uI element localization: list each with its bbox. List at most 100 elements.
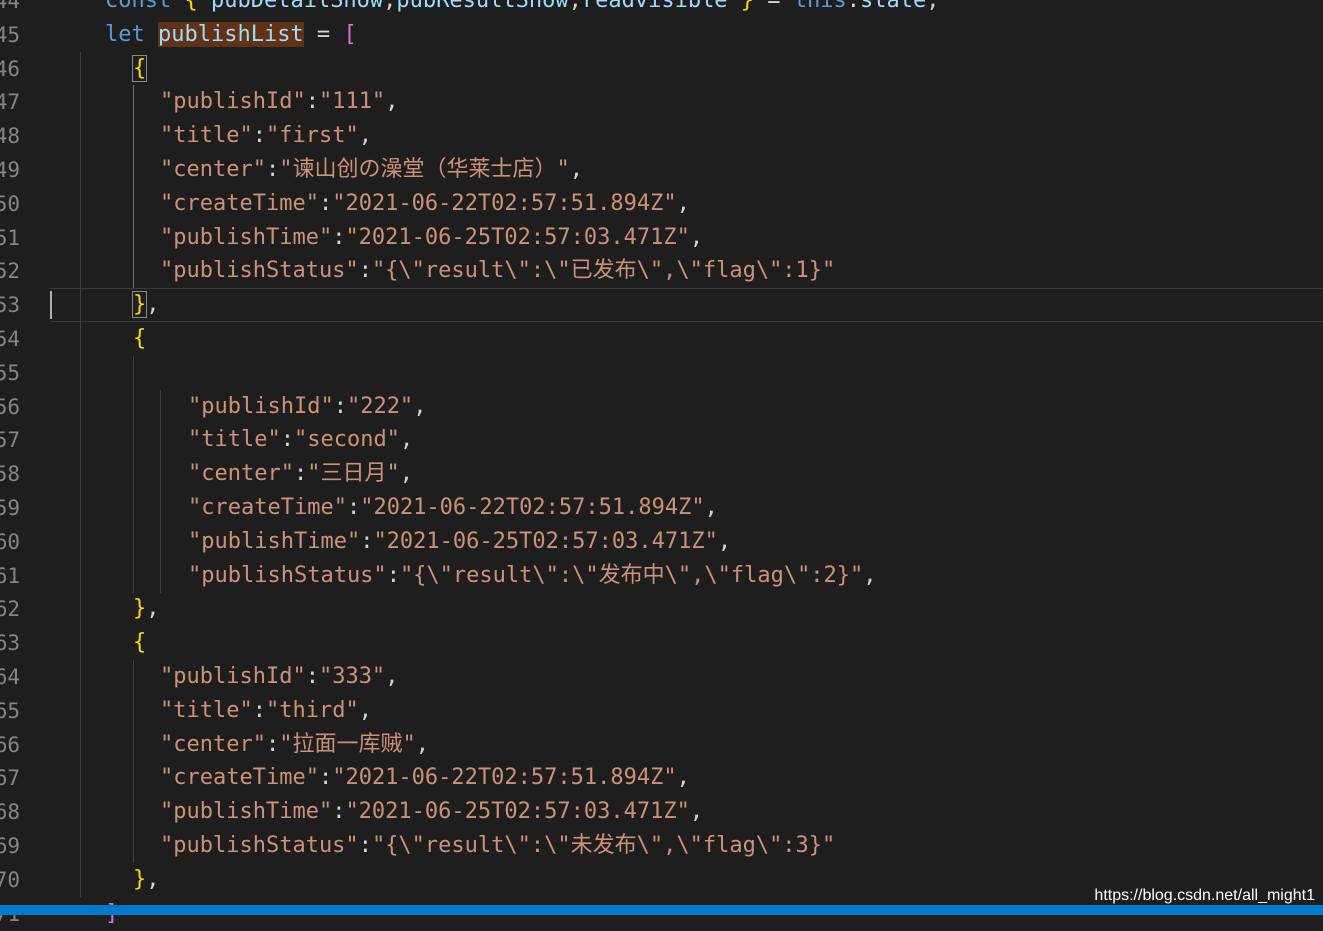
code-token: , [704,495,718,520]
code-token: : [305,664,319,689]
code-token: readvisible [581,0,728,13]
code-token: : [293,461,308,487]
code-line[interactable]: 52 "publishStatus":"{\"result\":\"已发布\",\… [0,254,1323,289]
code-line[interactable]: 48 "title":"first", [0,119,1323,154]
code-editor[interactable]: 44 const { pubDetailShow,pubResultShow,re… [0,0,1323,926]
code-token: ; [926,0,940,13]
indent-guide [80,524,81,559]
code-token: pubDetailShow [210,0,384,13]
indent-guide [80,660,81,694]
code-text: "publishStatus":"{\"result\":\"发布中\",\"f… [188,559,877,593]
indent-guide [133,423,134,458]
code-token: "createTime" [160,765,319,791]
code-token: "111" [318,89,386,115]
indent-guide [133,186,134,221]
code-token: , [146,866,160,892]
indent-guide [80,592,81,627]
code-token: = [754,0,794,13]
indent-guide [133,457,134,492]
code-token: : [265,731,280,757]
code-token: "publishId" [188,393,334,419]
indent-guide [133,829,134,863]
line-number-text: 45 [0,22,20,47]
code-token: "2021-06-22T02:57:51.894Z" [360,495,705,520]
code-line[interactable]: 56 "publishId":"222", [0,389,1323,424]
code-token: "三日月" [307,461,400,487]
code-token: , [399,427,414,453]
code-token: "拉面一库贼" [279,731,416,757]
line-number-text: 57 [0,428,20,453]
code-line[interactable]: 62}, [0,592,1323,627]
indent-guide [80,491,81,525]
code-token: "center" [160,157,266,182]
code-line[interactable]: 66 "center":"拉面一库贼", [0,727,1323,762]
indent-guide [80,626,81,661]
code-text: const { pubDetailShow,pubResultShow,read… [105,0,940,18]
indent-guide [80,119,81,154]
code-token: , [676,765,690,791]
indent-guide [160,389,161,424]
code-line[interactable]: 61 "publishStatus":"{\"result\":\"发布中\",\… [0,558,1323,593]
code-line[interactable]: 60 "publishTime":"2021-06-25T02:57:03.471… [0,524,1323,559]
code-line[interactable]: 53}, [0,288,1323,323]
code-line[interactable]: 58 "center":"三日月", [0,457,1323,492]
line-number: 67 [0,761,20,795]
code-text: "publishTime":"2021-06-25T02:57:03.471Z"… [160,795,703,829]
line-number-text: 49 [0,158,20,182]
code-line[interactable]: 47 "publishId":"111", [0,85,1323,120]
code-token: "{\"result\":\"已发布\",\"flag\":1}" [371,258,836,284]
code-text: "center":"三日月", [188,457,413,491]
code-text: "publishTime":"2021-06-25T02:57:03.471Z"… [160,221,703,255]
line-number-text: 54 [0,327,20,351]
indent-guide [80,322,81,356]
code-text: "center":"谏山创の澡堂（华莱士店）", [160,153,583,187]
code-line[interactable]: 63 { [0,626,1323,661]
code-token: "{\"result\":\"未发布\",\"flag\":3}" [371,833,836,858]
code-line[interactable]: 68 "publishTime":"2021-06-25T02:57:03.471… [0,795,1323,830]
code-token: , [717,528,732,554]
line-number: 46 [0,52,20,86]
code-line[interactable]: 64 "publishId":"333", [0,660,1323,694]
line-number: 70 [0,863,20,897]
code-line[interactable]: 57 "title":"second", [0,423,1323,458]
code-token: "publishId" [160,664,306,689]
line-number-text: 67 [0,766,20,791]
code-token: const [105,0,185,13]
code-line[interactable]: 50 "createTime":"2021-06-22T02:57:51.894Z… [0,186,1323,221]
code-line[interactable]: 65 "title":"third", [0,693,1323,728]
code-line[interactable]: 44 const { pubDetailShow,pubResultShow,re… [0,0,1323,18]
code-token: : [332,224,346,250]
line-number-text: 47 [0,90,20,115]
code-line[interactable]: 49 "center":"谏山创の澡堂（华莱士店）", [0,153,1323,187]
code-text: "createTime":"2021-06-22T02:57:51.894Z", [160,761,690,795]
indent-guide [80,220,81,255]
indent-guide [80,829,81,863]
code-line[interactable]: 69 "publishStatus":"{\"result\":\"未发布\",\… [0,829,1323,863]
indent-guide [80,355,81,390]
indent-guide [133,795,134,830]
line-number: 51 [0,221,20,255]
code-token: , [385,89,399,115]
code-line[interactable]: 51 "publishTime":"2021-06-25T02:57:03.471… [0,220,1323,255]
code-line[interactable]: 55 [0,355,1323,390]
indent-guide [80,153,81,187]
indent-guide [133,220,134,255]
code-line[interactable]: 46 { [0,51,1323,86]
code-text: "publishId":"111", [160,85,398,119]
code-line[interactable]: 45 let publishList = [ [0,18,1323,52]
indent-guide [160,524,161,559]
code-text: { [133,626,146,660]
code-text: "createTime":"2021-06-22T02:57:51.894Z", [160,187,690,221]
code-line[interactable]: 67 "createTime":"2021-06-22T02:57:51.894Z… [0,761,1323,796]
code-token: : [265,157,280,182]
code-line[interactable]: 54 { [0,322,1323,356]
status-bar [0,905,1323,915]
line-number-text: 64 [0,665,20,689]
line-number-text: 51 [0,225,20,250]
line-number-text: 52 [0,259,20,284]
code-line[interactable]: 59 "createTime":"2021-06-22T02:57:51.894Z… [0,491,1323,525]
line-number: 44 [0,0,20,18]
indent-guide [133,524,134,559]
code-token: , [689,799,704,825]
code-token: { [184,0,211,13]
